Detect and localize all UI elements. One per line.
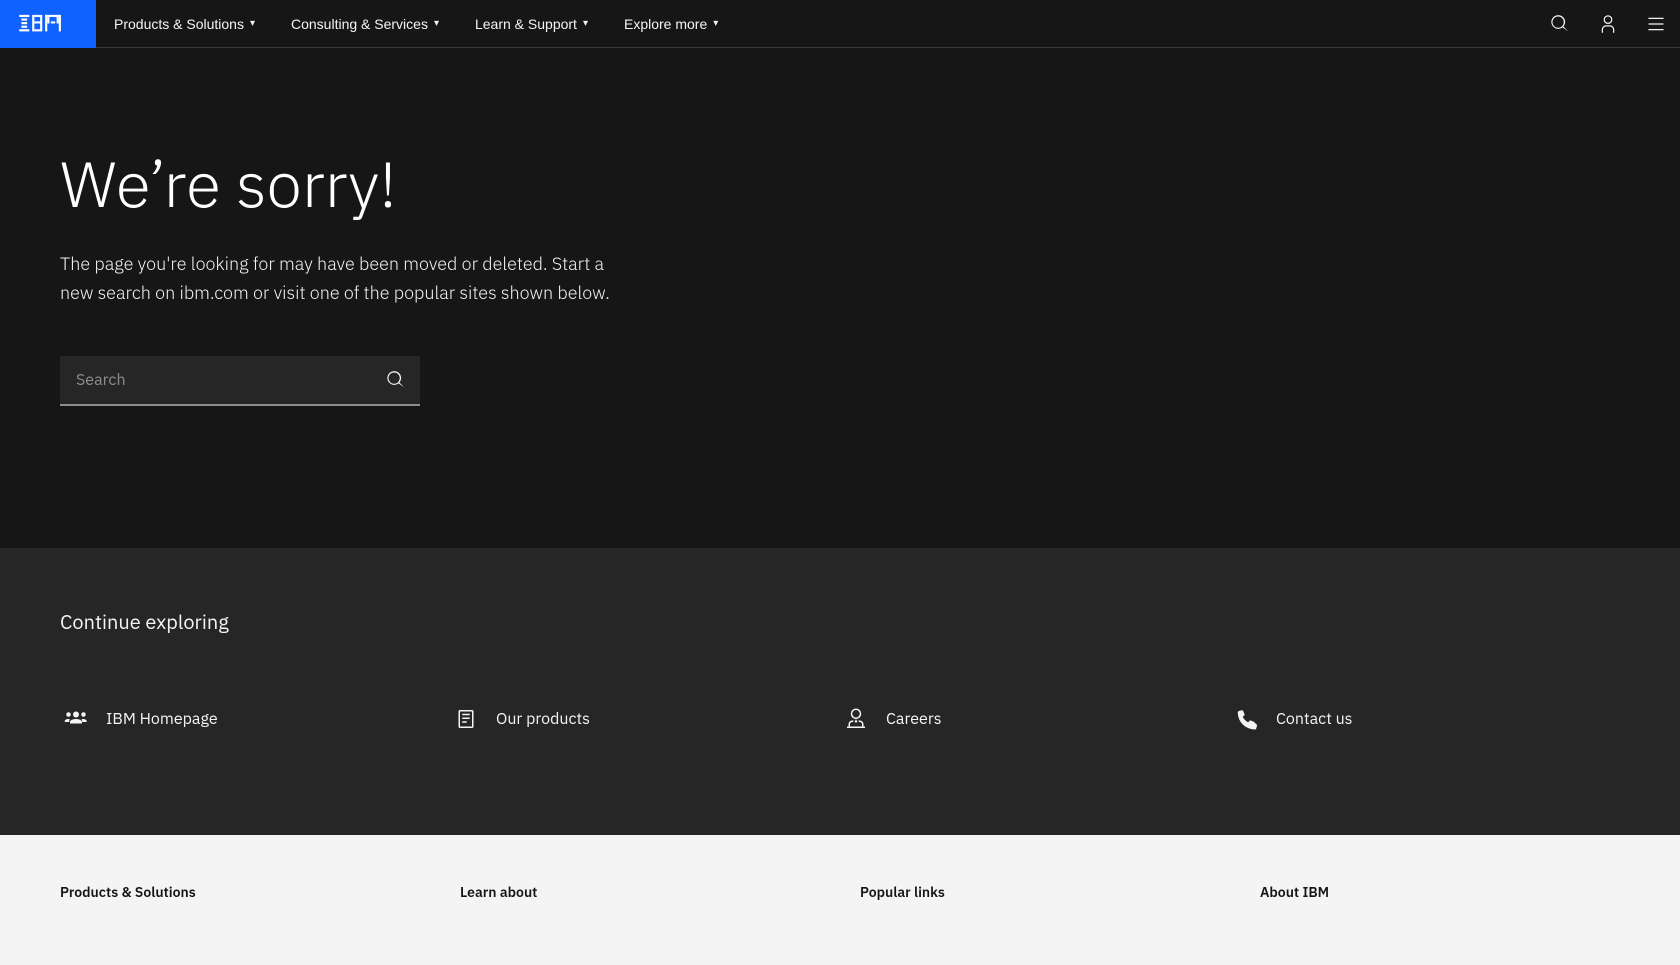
footer-learn-about: Learn about [460,883,820,917]
nav-right [1536,0,1680,47]
nav-products-solutions[interactable]: Products & Solutions ▾ [96,0,273,48]
footer-grid: Products & Solutions Learn about Popular… [60,883,1620,917]
careers-icon [840,703,872,735]
error-description: The page you're looking for may have bee… [60,250,640,308]
nav-links: Products & Solutions ▾ Consulting & Serv… [96,0,736,47]
explore-our-products[interactable]: Our products [450,683,840,755]
nav-search-button[interactable] [1536,0,1584,48]
explore-contact-us-label: Contact us [1276,709,1352,729]
nav-left: Products & Solutions ▾ Consulting & Serv… [0,0,736,47]
search-bar [60,356,420,406]
footer-about-ibm: About IBM [1260,883,1620,917]
search-input[interactable] [60,356,372,404]
nav-menu-button[interactable] [1632,0,1680,48]
footer-col-learn-about-heading: Learn about [460,883,820,901]
explore-grid: IBM Homepage Our products Careers [60,683,1620,755]
nav-explore-more[interactable]: Explore more ▾ [606,0,736,48]
chevron-down-icon: ▾ [250,18,255,29]
main-content: We’re sorry! The page you're looking for… [0,0,1680,835]
nav-user-button[interactable] [1584,0,1632,48]
search-submit-button[interactable] [372,356,420,404]
search-icon [1550,14,1570,34]
hamburger-icon [1646,14,1666,34]
explore-ibm-homepage-label: IBM Homepage [106,709,218,729]
nav-consulting-services-label: Consulting & Services [291,16,428,32]
homepage-icon [60,703,92,735]
explore-section: Continue exploring IBM Homepage [0,548,1680,835]
main-nav: Products & Solutions ▾ Consulting & Serv… [0,0,1680,48]
ibm-logo[interactable] [0,0,96,48]
footer-col-products-solutions-heading: Products & Solutions [60,883,420,901]
phone-icon [1230,703,1262,735]
nav-products-solutions-label: Products & Solutions [114,16,244,32]
nav-learn-support[interactable]: Learn & Support ▾ [457,0,606,48]
explore-careers[interactable]: Careers [840,683,1230,755]
search-icon [386,370,406,390]
explore-our-products-label: Our products [496,709,590,729]
chevron-down-icon: ▾ [583,18,588,29]
nav-explore-more-label: Explore more [624,16,707,32]
explore-careers-label: Careers [886,709,942,729]
footer-col-about-ibm-heading: About IBM [1260,883,1620,901]
footer-products-solutions: Products & Solutions [60,883,420,917]
user-icon [1598,14,1618,34]
footer-col-popular-links-heading: Popular links [860,883,1220,901]
nav-consulting-services[interactable]: Consulting & Services ▾ [273,0,457,48]
footer-popular-links: Popular links [860,883,1220,917]
error-heading: We’re sorry! [60,148,1620,218]
chevron-down-icon: ▾ [713,18,718,29]
footer: Products & Solutions Learn about Popular… [0,835,1680,965]
explore-heading: Continue exploring [60,608,1620,635]
hero-section: We’re sorry! The page you're looking for… [0,48,1680,548]
explore-ibm-homepage[interactable]: IBM Homepage [60,683,450,755]
explore-contact-us[interactable]: Contact us [1230,683,1620,755]
products-icon [450,703,482,735]
nav-learn-support-label: Learn & Support [475,16,577,32]
chevron-down-icon: ▾ [434,18,439,29]
